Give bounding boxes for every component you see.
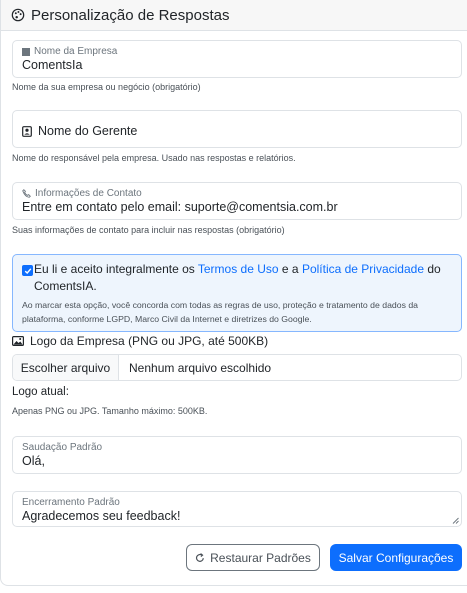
company-name-value: ComentsIa <box>22 58 83 72</box>
settings-panel: Personalização de Respostas Nome da Empr… <box>0 0 467 586</box>
privacy-policy-link[interactable]: Política de Privacidade <box>302 262 424 276</box>
palette-icon <box>11 8 25 22</box>
check-icon <box>24 267 31 274</box>
company-name-help: Nome da sua empresa ou negócio (obrigató… <box>12 82 201 92</box>
closing-value: Agradecemos seu feedback! <box>22 509 181 523</box>
closing-label: Encerramento Padrão <box>22 497 120 508</box>
logo-file-input[interactable]: Escolher arquivo Nenhum arquivo escolhid… <box>12 354 462 381</box>
contact-info-help: Suas informações de contato para incluir… <box>12 225 285 235</box>
page-title: Personalização de Respostas <box>31 6 230 24</box>
contact-info-label: Informações de Contato <box>35 188 142 199</box>
image-icon <box>12 336 24 346</box>
terms-consent-box: Eu li e aceito integralmente os Termos d… <box>12 254 462 332</box>
greeting-value: Olá, <box>22 454 45 468</box>
current-logo-label: Logo atual: <box>12 386 69 398</box>
contact-info-value: Entre em contato pelo email: suporte@com… <box>22 200 338 214</box>
manager-name-field[interactable]: Nome do Gerente <box>12 110 462 148</box>
building-icon <box>22 47 30 56</box>
terms-text: Eu li e aceito integralmente os Termos d… <box>34 261 454 295</box>
panel-header: Personalização de Respostas <box>1 0 467 31</box>
logo-help: Apenas PNG ou JPG. Tamanho máximo: 500KB… <box>12 406 208 416</box>
greeting-label: Saudação Padrão <box>22 442 103 453</box>
contact-info-field[interactable]: Informações de Contato Entre em contato … <box>12 182 462 220</box>
choose-file-button[interactable]: Escolher arquivo <box>13 355 119 380</box>
save-settings-button[interactable]: Salvar Configurações <box>330 544 462 571</box>
company-name-label: Nome da Empresa <box>34 46 118 57</box>
phone-icon <box>22 189 31 198</box>
terms-of-use-link[interactable]: Termos de Uso <box>198 262 279 276</box>
resize-grip-icon[interactable] <box>452 517 459 524</box>
greeting-textarea[interactable]: Saudação Padrão Olá, <box>12 436 462 474</box>
closing-textarea[interactable]: Encerramento Padrão Agradecemos seu feed… <box>12 491 462 527</box>
no-file-chosen-text: Nenhum arquivo escolhido <box>129 360 272 375</box>
restore-defaults-button[interactable]: Restaurar Padrões <box>186 544 320 571</box>
company-name-field[interactable]: Nome da Empresa ComentsIa <box>12 40 462 78</box>
terms-checkbox[interactable] <box>22 265 33 276</box>
terms-text-start: Eu li e aceito integralmente os <box>34 262 198 276</box>
logo-upload-label: Logo da Empresa (PNG ou JPG, até 500KB) <box>30 334 269 348</box>
person-badge-icon <box>22 125 32 137</box>
manager-name-placeholder: Nome do Gerente <box>38 124 138 138</box>
terms-text-middle: e a <box>278 262 302 276</box>
terms-description: Ao marcar esta opção, você concorda com … <box>22 300 418 324</box>
refresh-icon <box>196 552 205 562</box>
restore-defaults-label: Restaurar Padrões <box>210 550 311 565</box>
manager-name-help: Nome do responsável pela empresa. Usado … <box>12 153 296 163</box>
